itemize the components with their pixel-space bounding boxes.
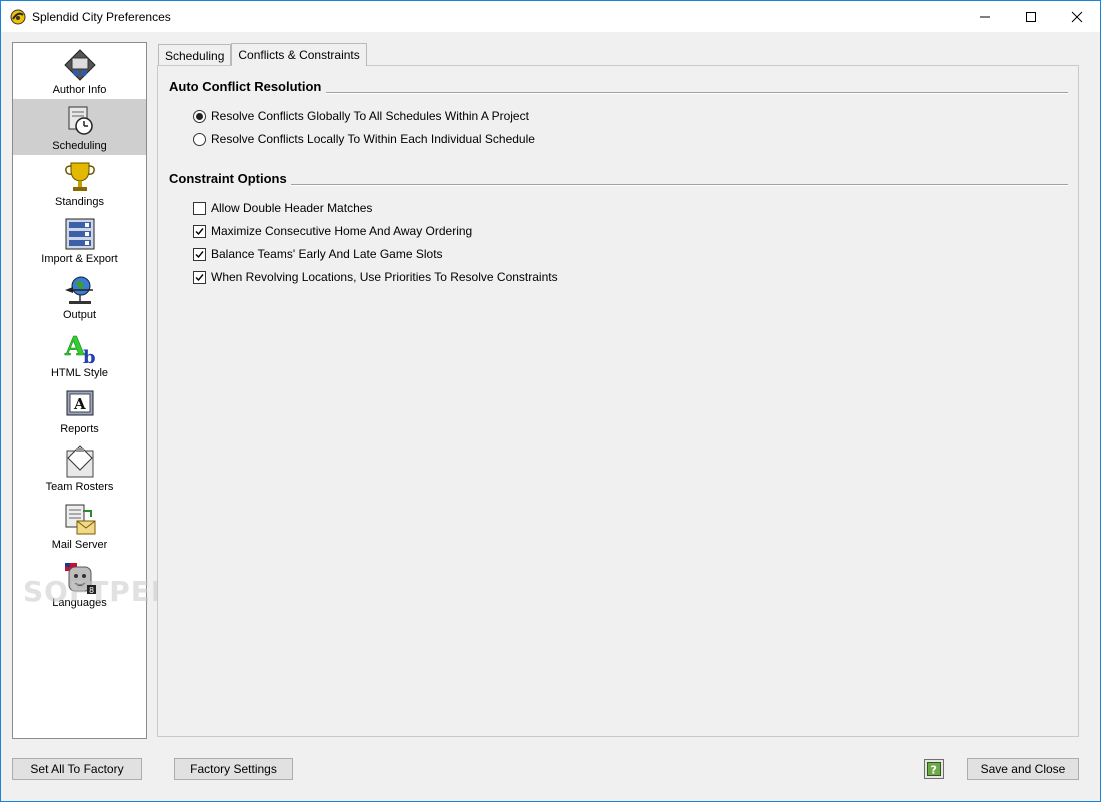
tab-scheduling[interactable]: Scheduling <box>158 44 232 66</box>
sidebar-item-label: Author Info <box>52 84 107 96</box>
close-button[interactable] <box>1054 1 1100 32</box>
checkbox-label: When Revolving Locations, Use Priorities… <box>211 270 558 284</box>
constraint-options-heading: Constraint Options <box>169 171 287 186</box>
checkbox-label: Balance Teams' Early And Late Game Slots <box>211 247 443 261</box>
sidebar-item-standings[interactable]: Standings <box>13 155 146 211</box>
group-divider <box>326 92 1068 94</box>
checkbox-revolving-priorities[interactable]: When Revolving Locations, Use Priorities… <box>193 270 558 284</box>
mail-server-icon <box>65 504 95 535</box>
window-title: Splendid City Preferences <box>32 9 171 24</box>
maximize-icon <box>1026 11 1036 22</box>
checkbox-checked[interactable] <box>193 270 206 284</box>
reports-icon: A <box>66 390 93 416</box>
checkbox[interactable] <box>193 201 206 215</box>
checkbox-checked[interactable] <box>193 224 206 238</box>
tab-content-panel: Auto Conflict Resolution Resolve Conflic… <box>157 65 1079 737</box>
radio-button[interactable] <box>193 132 206 146</box>
sidebar-item-output[interactable]: Output <box>13 268 146 324</box>
sidebar-item-label: Team Rosters <box>45 481 114 493</box>
title-bar[interactable]: Splendid City Preferences <box>1 1 1100 32</box>
maximize-button[interactable] <box>1008 1 1054 32</box>
radio-resolve-locally[interactable]: Resolve Conflicts Locally To Within Each… <box>193 132 535 146</box>
import-export-icon <box>65 218 94 250</box>
svg-text:b: b <box>83 347 96 365</box>
sidebar-item-label: Import & Export <box>41 253 118 265</box>
sidebar-item-label: Reports <box>60 423 99 435</box>
author-info-icon <box>63 49 96 81</box>
app-icon <box>10 9 26 24</box>
sidebar-item-import-export[interactable]: Import & Export <box>13 212 146 268</box>
sidebar-item-label: Scheduling <box>52 140 107 152</box>
tab-strip: Scheduling Conflicts & Constraints <box>158 43 367 66</box>
sidebar-item-mail-server[interactable]: Mail Server <box>13 498 146 554</box>
sidebar-item-label: Mail Server <box>51 539 108 551</box>
html-style-icon: A b <box>63 332 96 365</box>
sidebar-item-label: Output <box>62 309 97 321</box>
sidebar-item-author-info[interactable]: Author Info <box>13 43 146 99</box>
minimize-button[interactable] <box>962 1 1008 32</box>
save-and-close-button[interactable]: Save and Close <box>967 758 1079 780</box>
sidebar-item-label: Standings <box>55 196 104 208</box>
checkmark-icon <box>195 227 204 235</box>
group-divider <box>291 184 1068 186</box>
checkbox-allow-double-header[interactable]: Allow Double Header Matches <box>193 201 372 215</box>
scheduling-clock-icon <box>68 106 93 135</box>
sidebar-item-label: HTML Style <box>50 367 109 379</box>
svg-text:A: A <box>73 395 86 413</box>
preferences-window: Splendid City Preferences Author Info Sc… <box>0 0 1101 802</box>
help-button[interactable]: ? <box>924 759 944 779</box>
checkmark-icon <box>195 250 204 258</box>
team-rosters-icon <box>66 445 93 478</box>
radio-button-selected[interactable] <box>193 109 206 123</box>
set-all-to-factory-button[interactable]: Set All To Factory <box>12 758 142 780</box>
checkbox-checked[interactable] <box>193 247 206 261</box>
radio-label: Resolve Conflicts Globally To All Schedu… <box>211 109 529 123</box>
auto-conflict-heading: Auto Conflict Resolution <box>169 79 322 94</box>
checkbox-maximize-consecutive[interactable]: Maximize Consecutive Home And Away Order… <box>193 224 472 238</box>
radio-label: Resolve Conflicts Locally To Within Each… <box>211 132 535 146</box>
sidebar-item-reports[interactable]: A Reports <box>13 382 146 438</box>
globe-output-icon <box>64 276 93 304</box>
trophy-icon <box>64 162 95 191</box>
svg-text:?: ? <box>931 764 937 777</box>
minimize-icon <box>980 16 990 17</box>
sidebar-item-team-rosters[interactable]: Team Rosters <box>13 440 146 496</box>
checkbox-balance-slots[interactable]: Balance Teams' Early And Late Game Slots <box>193 247 443 261</box>
preferences-sidebar: Author Info Scheduling Standings Import … <box>12 42 147 739</box>
help-icon: ? <box>927 762 941 776</box>
sidebar-item-scheduling[interactable]: Scheduling <box>13 99 146 155</box>
sidebar-item-html-style[interactable]: A b HTML Style <box>13 326 146 382</box>
factory-settings-button[interactable]: Factory Settings <box>174 758 293 780</box>
checkbox-label: Allow Double Header Matches <box>211 201 373 215</box>
checkmark-icon <box>195 273 204 281</box>
checkbox-label: Maximize Consecutive Home And Away Order… <box>211 224 473 238</box>
radio-resolve-globally[interactable]: Resolve Conflicts Globally To All Schedu… <box>193 109 529 123</box>
close-icon <box>1071 11 1083 22</box>
tab-conflicts-constraints[interactable]: Conflicts & Constraints <box>231 43 367 66</box>
